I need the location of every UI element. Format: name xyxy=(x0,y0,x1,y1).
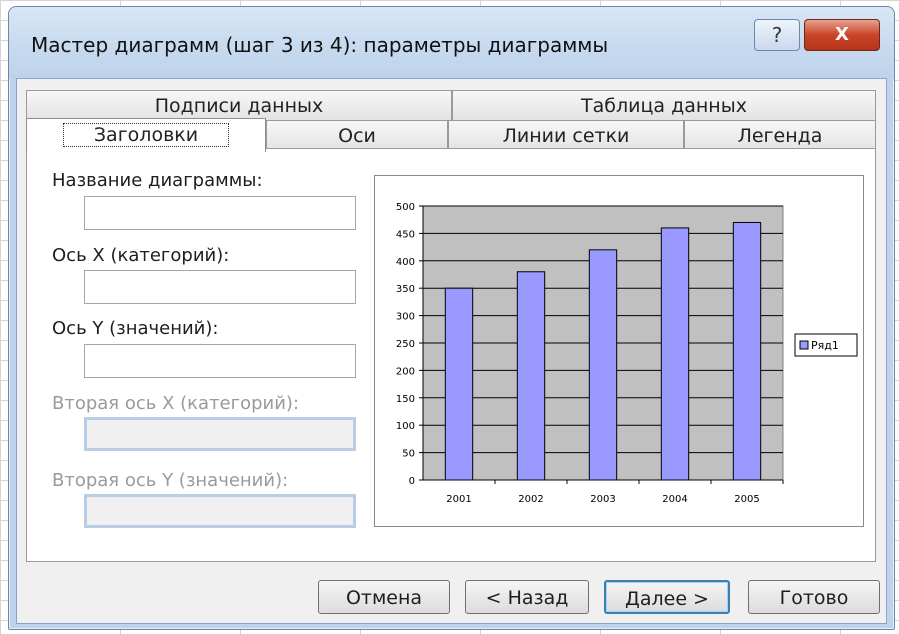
y-tick-label: 150 xyxy=(396,394,415,405)
y-tick-label: 300 xyxy=(396,312,415,323)
y-tick-label: 0 xyxy=(409,476,415,487)
x-axis-label: Ось X (категорий): xyxy=(52,245,230,266)
x-tick-label: 2001 xyxy=(446,494,471,505)
legend-swatch xyxy=(799,340,809,350)
chart-title-label: Название диаграммы: xyxy=(52,170,263,191)
secondary-y-axis-input xyxy=(84,494,356,528)
bar xyxy=(588,249,618,481)
chart-svg: 0 50 100 150 200 250 300 350 400 450 500 2001 2002 20… xyxy=(396,202,858,505)
tab-titles-label: Заголовки xyxy=(62,123,230,147)
tab-data-labels[interactable]: Подписи данных xyxy=(26,90,452,120)
y-tick-label: 250 xyxy=(396,339,415,350)
legend-label: Ряд1 xyxy=(811,339,839,352)
secondary-y-axis-label: Вторая ось Y (значений): xyxy=(52,470,289,491)
y-tick-label: 400 xyxy=(396,257,415,268)
x-tick-label: 2005 xyxy=(734,494,759,505)
y-tick-label: 200 xyxy=(396,366,415,377)
y-tick-label: 500 xyxy=(396,202,415,213)
bar xyxy=(660,227,690,481)
x-tick-label: 2002 xyxy=(518,494,543,505)
cancel-button[interactable]: Отмена xyxy=(318,580,450,614)
bar xyxy=(444,287,474,481)
y-tick-label: 450 xyxy=(396,229,415,240)
y-axis-label: Ось Y (значений): xyxy=(52,318,219,339)
y-tick-label: 100 xyxy=(396,421,415,432)
dialog-title: Мастер диаграмм (шаг 3 из 4): параметры … xyxy=(31,33,609,57)
tab-data-table[interactable]: Таблица данных xyxy=(452,90,876,120)
x-tick-label: 2004 xyxy=(662,494,687,505)
back-button[interactable]: < Назад xyxy=(465,580,589,614)
finish-button[interactable]: Готово xyxy=(748,580,880,614)
y-axis-input[interactable] xyxy=(84,344,356,378)
secondary-x-axis-label: Вторая ось X (категорий): xyxy=(52,393,300,414)
bar xyxy=(732,221,762,481)
chart-title-input[interactable] xyxy=(84,196,356,230)
x-tick-label: 2003 xyxy=(590,494,615,505)
bar xyxy=(516,271,546,481)
next-button[interactable]: Далее > xyxy=(604,580,730,614)
y-tick-label: 50 xyxy=(402,449,415,460)
tab-gridlines[interactable]: Линии сетки xyxy=(448,120,684,150)
secondary-x-axis-input xyxy=(84,417,356,451)
y-tick-label: 350 xyxy=(396,284,415,295)
tab-legend[interactable]: Легенда xyxy=(684,120,876,150)
x-axis-input[interactable] xyxy=(84,270,356,304)
title-bar[interactable]: Мастер диаграмм (шаг 3 из 4): параметры … xyxy=(9,7,894,79)
tab-titles[interactable]: Заголовки xyxy=(26,118,266,152)
close-button[interactable]: X xyxy=(804,19,880,51)
tab-axes[interactable]: Оси xyxy=(266,120,448,150)
help-button[interactable]: ? xyxy=(754,19,800,51)
chart-preview: 0 50 100 150 200 250 300 350 400 450 500 2001 2002 20… xyxy=(374,175,864,527)
